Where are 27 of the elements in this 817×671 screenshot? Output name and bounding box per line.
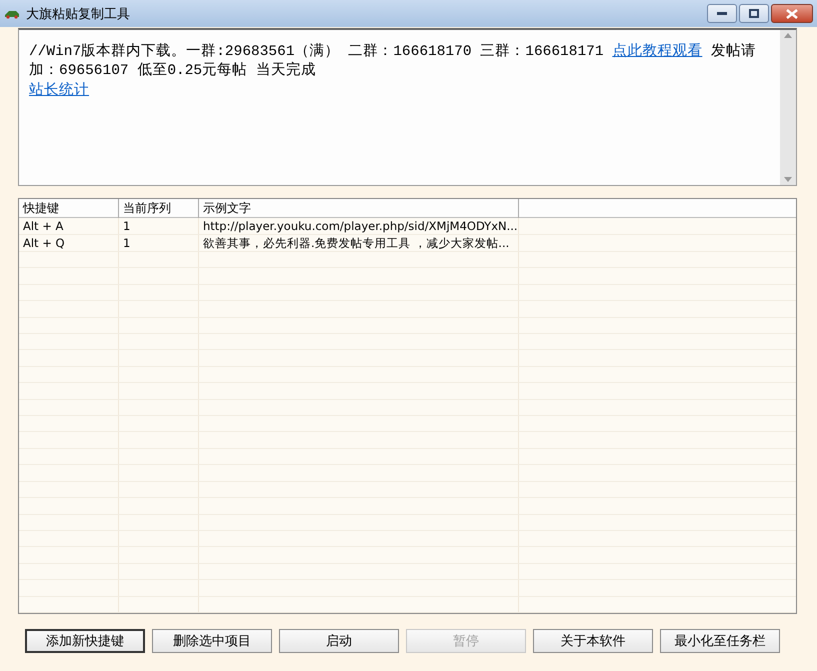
table-cell: 欲善其事，必先利器.免费发帖专用工具 ，减少大家发帖...	[199, 235, 519, 251]
app-icon	[4, 8, 20, 18]
notice-text: //Win7版本群内下载。一群:29683561（满） 二群：166618170 三群：166618171 点此教程观看 发帖请加：69656107 低至0.25元每帖 当天完成	[29, 42, 757, 81]
action-button[interactable]: 启动	[279, 629, 399, 653]
action-button[interactable]: 删除选中项目	[152, 629, 272, 653]
stats-link[interactable]: 站长统计	[29, 82, 89, 98]
maximize-icon	[749, 9, 759, 18]
minimize-button[interactable]	[707, 4, 737, 23]
maximize-button[interactable]	[739, 4, 769, 23]
action-button[interactable]: 添加新快捷键	[25, 629, 145, 653]
close-button[interactable]	[771, 4, 813, 23]
table-cell: Alt + A	[19, 218, 119, 234]
table-cell: 1	[119, 235, 199, 251]
table-cell: Alt + Q	[19, 235, 119, 251]
tutorial-link[interactable]: 点此教程观看	[612, 43, 702, 59]
list-row[interactable]: Alt + A 1 http://player.youku.com/player.php/sid/XMjM4ODYxN...	[19, 218, 796, 235]
window-title: 大旗粘贴复制工具	[26, 6, 131, 22]
close-icon	[786, 8, 798, 18]
table-cell: http://player.youku.com/player.php/sid/XMjM4ODYxN...	[199, 218, 519, 234]
action-button[interactable]: 最小化至任务栏	[660, 629, 780, 653]
action-button[interactable]: 关于本软件	[533, 629, 653, 653]
column-header[interactable]: 当前序列	[119, 199, 199, 218]
list-row[interactable]: Alt + Q 1 欲善其事，必先利器.免费发帖专用工具 ，减少大家发帖...	[19, 235, 796, 252]
column-header[interactable]: 示例文字	[199, 199, 519, 218]
minimize-icon	[717, 12, 727, 16]
column-header[interactable]: 快捷键	[19, 199, 119, 218]
table-cell: 1	[119, 218, 199, 234]
